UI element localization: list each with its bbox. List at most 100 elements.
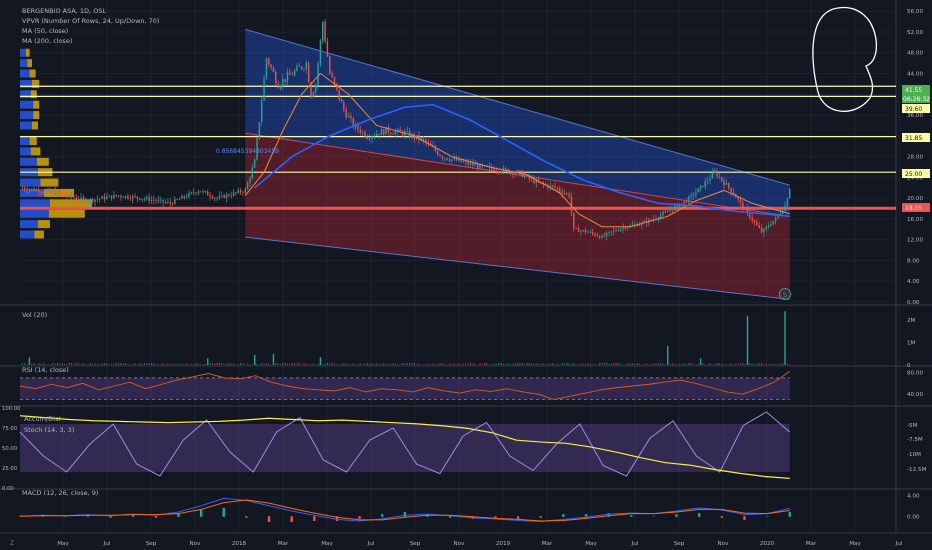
- price-axis-tick: 28.00: [907, 155, 923, 161]
- volume-bar: [444, 363, 446, 365]
- vol-label[interactable]: Vol (20): [22, 311, 47, 319]
- volume-spike-bar: [667, 345, 669, 365]
- vpvr-row-down: [33, 111, 40, 120]
- volume-bar: [237, 364, 239, 365]
- volume-bar: [376, 363, 378, 365]
- volume-bar: [455, 364, 458, 365]
- candle-body: [68, 194, 70, 196]
- volume-bar: [49, 364, 52, 365]
- stoch-label[interactable]: Stoch (14, 3, 3): [24, 426, 74, 434]
- volume-bar: [373, 364, 375, 365]
- volume-bar: [371, 363, 373, 365]
- vpvr-row-down: [27, 59, 32, 68]
- vpvr-row-up: [20, 147, 31, 156]
- volume-bar: [225, 363, 228, 365]
- macd-histogram-bar: [494, 516, 497, 518]
- volume-axis-tick: 2M: [907, 318, 916, 324]
- candle-body: [96, 199, 99, 200]
- candle-body: [662, 212, 664, 216]
- volume-bar: [423, 364, 425, 365]
- volume-bar: [655, 363, 657, 365]
- volume-bar: [765, 363, 767, 365]
- macd-histogram-bar: [290, 516, 293, 522]
- volume-bar: [392, 363, 394, 365]
- macd-histogram-bar: [222, 507, 225, 517]
- candle-body: [439, 154, 441, 157]
- time-axis-tick: Nov: [454, 541, 466, 547]
- volume-bar: [770, 363, 772, 365]
- time-axis-tick: Jul: [103, 541, 111, 547]
- candle-body: [720, 177, 723, 181]
- candle-body: [21, 187, 24, 189]
- volume-bar: [326, 362, 329, 365]
- vpvr-row-down: [32, 121, 38, 130]
- volume-bar: [709, 362, 711, 365]
- volume-bar: [378, 364, 380, 365]
- volume-bar: [629, 362, 631, 365]
- volume-bar: [383, 362, 385, 365]
- candle-body: [270, 64, 272, 68]
- candle-body: [575, 227, 577, 229]
- volume-bar: [462, 363, 465, 365]
- stoch-axis-tick: 50.00: [2, 446, 18, 452]
- volume-bar: [453, 363, 455, 365]
- candle-body: [155, 200, 157, 202]
- candle-body: [709, 178, 711, 181]
- candle-body: [331, 73, 333, 78]
- candle-body: [317, 63, 319, 85]
- candle-body: [228, 194, 230, 196]
- candle-body: [789, 189, 791, 199]
- candle-body: [718, 176, 721, 178]
- candle-body: [591, 231, 594, 234]
- rsi-label[interactable]: RSI (14, close): [22, 366, 69, 374]
- candle-body: [688, 196, 690, 203]
- candle-body: [437, 150, 439, 155]
- candle-body: [399, 129, 401, 132]
- price-axis-tick: 4.00: [907, 279, 920, 285]
- volume-bar: [514, 363, 516, 365]
- candle-body: [580, 230, 582, 232]
- candle-body: [608, 231, 610, 233]
- ma50-label[interactable]: MA (50, close): [22, 27, 68, 35]
- channel-label: 0.856845394803459: [216, 148, 279, 155]
- candle-body: [674, 206, 676, 211]
- volume-bar: [430, 364, 432, 365]
- volume-bar: [164, 363, 167, 365]
- candle-body: [361, 131, 364, 133]
- candle-body: [763, 228, 765, 233]
- volume-bar: [56, 362, 59, 365]
- volume-bar: [566, 362, 568, 365]
- candle-body: [383, 129, 385, 135]
- vpvr-row-down: [30, 147, 41, 156]
- candle-body: [695, 192, 697, 196]
- chart-title[interactable]: BERGENBIO ASA, 1D, OSL: [22, 7, 106, 15]
- accum-label[interactable]: Accum/Dist: [24, 415, 61, 423]
- macd-histogram-bar: [109, 516, 112, 518]
- candle-body: [282, 78, 284, 86]
- time-axis-tick: Jul: [367, 541, 375, 547]
- candle-body: [138, 198, 141, 200]
- candle-body: [767, 225, 770, 227]
- macd-label[interactable]: MACD (12, 26, close, 9): [22, 489, 98, 497]
- volume-bar: [500, 362, 502, 365]
- vpvr-row-up: [20, 157, 37, 166]
- candle-body: [94, 199, 96, 202]
- candle-body: [185, 196, 188, 198]
- candle-body: [359, 129, 361, 133]
- volume-bar: [354, 364, 357, 365]
- stock-chart[interactable]: 0.004.008.0012.0016.0020.0024.0028.0032.…: [0, 0, 932, 550]
- volume-spike-bar: [784, 311, 786, 365]
- volume-bar: [197, 363, 199, 365]
- vpvr-label[interactable]: VPVR (Number Of Rows, 24, Up/Down, 70): [22, 17, 159, 25]
- price-tag-countdown-text: 06:26:32: [903, 96, 930, 103]
- volume-bar: [662, 363, 664, 365]
- volume-bar: [279, 364, 282, 365]
- price-tag-last-text: 41.55: [905, 87, 922, 94]
- price-axis-tick: 36.00: [907, 113, 923, 119]
- candle-body: [207, 191, 209, 196]
- macd-histogram-bar: [154, 516, 158, 518]
- ma200-label[interactable]: MA (200, close): [22, 37, 72, 45]
- volume-bar: [723, 364, 725, 365]
- volume-bar: [756, 363, 758, 365]
- candle-body: [376, 133, 378, 136]
